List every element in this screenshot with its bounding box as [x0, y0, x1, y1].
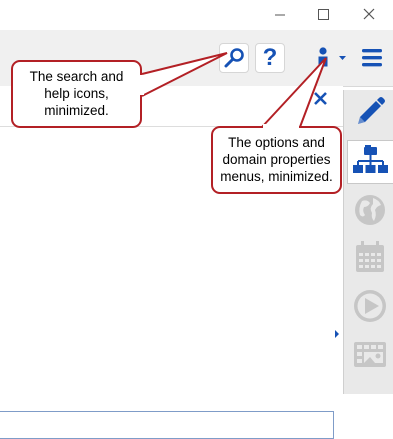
- callout-search-help: The search and help icons, minimized.: [11, 60, 142, 128]
- callout-line: minimized.: [44, 103, 109, 118]
- right-callout-join: [263, 124, 299, 128]
- callout-line: The options and: [228, 135, 325, 150]
- callout-line: help icons,: [44, 86, 109, 101]
- text-field[interactable]: [0, 411, 334, 439]
- left-callout-pointer: [141, 52, 228, 97]
- callout-line: domain properties: [222, 152, 331, 167]
- callout-line: menus, minimized.: [220, 169, 333, 184]
- left-callout-join: [140, 75, 144, 95]
- callout-line: The search and: [29, 69, 124, 84]
- callout-options-domain: The options and domain properties menus,…: [211, 126, 342, 194]
- right-callout-pointer: [261, 57, 327, 128]
